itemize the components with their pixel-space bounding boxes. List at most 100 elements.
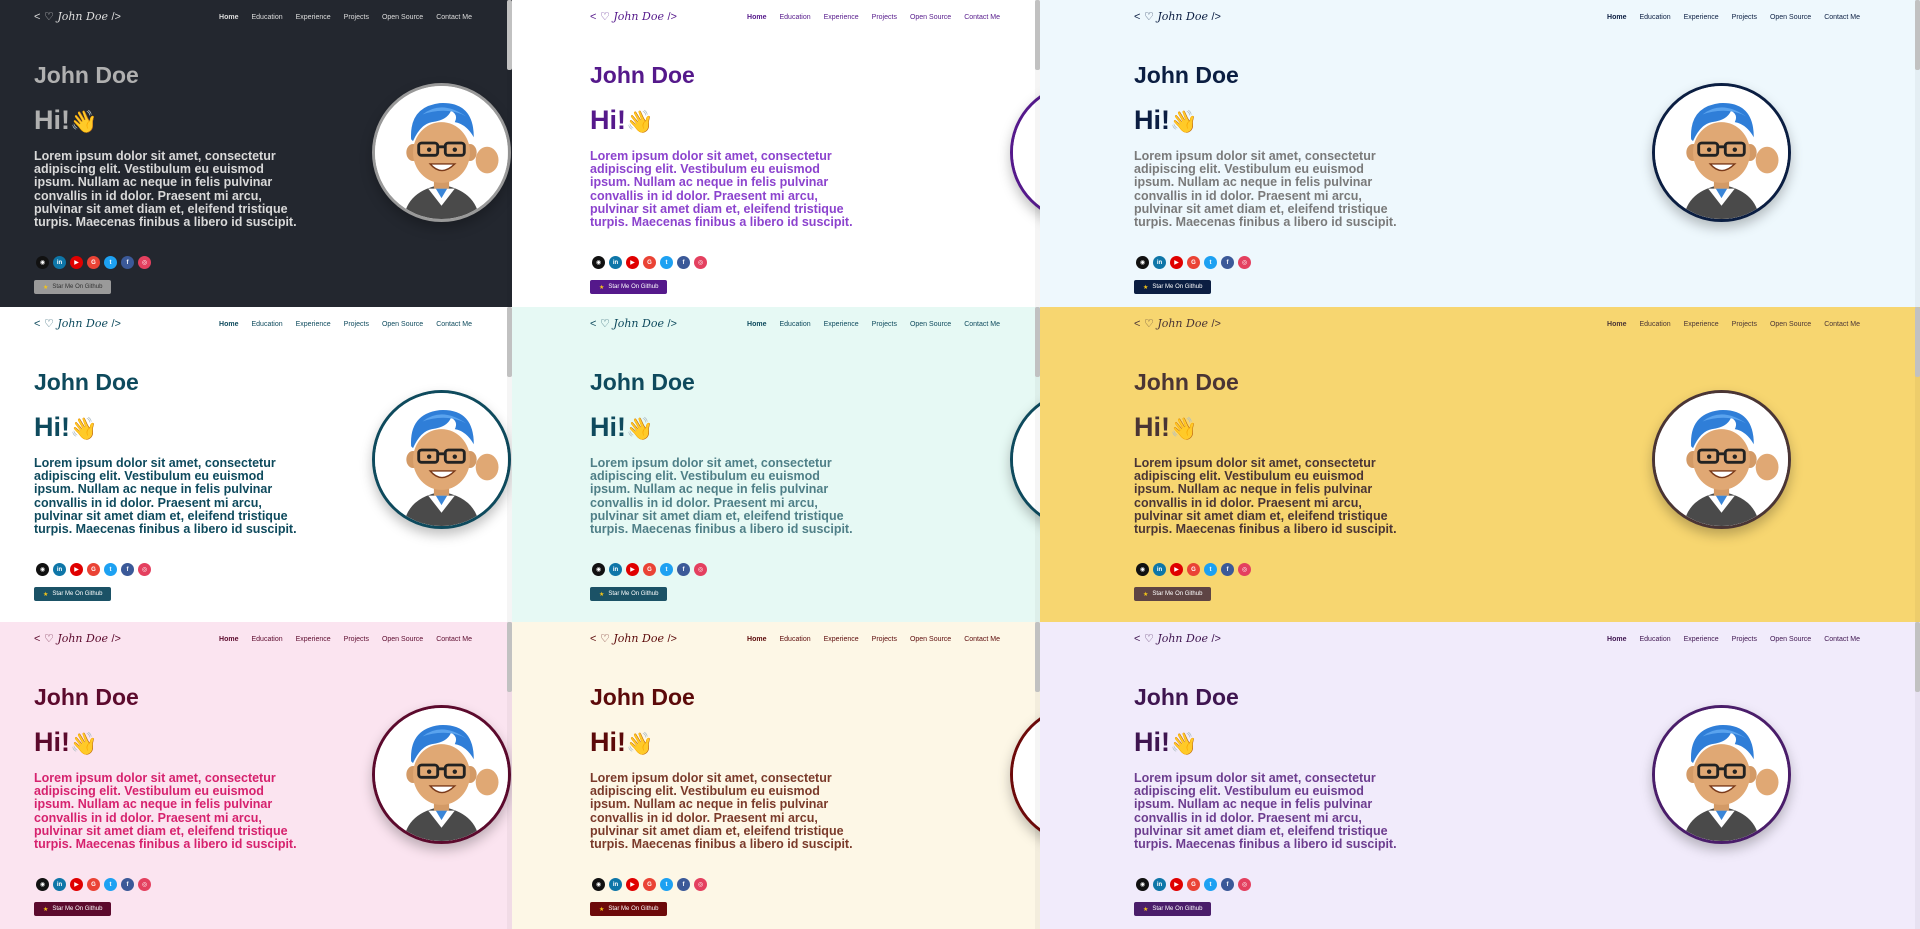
linkedin-icon[interactable]: in — [1153, 563, 1166, 576]
nav-item-education[interactable]: Education — [251, 14, 282, 21]
linkedin-icon[interactable]: in — [1153, 256, 1166, 269]
nav-item-experience[interactable]: Experience — [1684, 321, 1719, 328]
nav-item-contact-me[interactable]: Contact Me — [436, 321, 472, 328]
nav-item-contact-me[interactable]: Contact Me — [964, 14, 1000, 21]
google-icon[interactable]: G — [87, 878, 100, 891]
facebook-icon[interactable]: f — [1221, 256, 1234, 269]
youtube-icon[interactable]: ▶ — [626, 563, 639, 576]
nav-item-experience[interactable]: Experience — [296, 14, 331, 21]
linkedin-icon[interactable]: in — [53, 878, 66, 891]
google-icon[interactable]: G — [643, 878, 656, 891]
youtube-icon[interactable]: ▶ — [1170, 878, 1183, 891]
youtube-icon[interactable]: ▶ — [70, 563, 83, 576]
github-icon[interactable]: ◉ — [592, 256, 605, 269]
nav-item-experience[interactable]: Experience — [1684, 14, 1719, 21]
nav-item-home[interactable]: Home — [747, 14, 766, 21]
nav-item-projects[interactable]: Projects — [872, 636, 897, 643]
facebook-icon[interactable]: f — [677, 563, 690, 576]
logo[interactable]: < ♡ John Doe /> — [1134, 10, 1221, 23]
nav-item-education[interactable]: Education — [779, 321, 810, 328]
twitter-icon[interactable]: t — [1204, 256, 1217, 269]
nav-item-education[interactable]: Education — [1639, 321, 1670, 328]
nav-item-open-source[interactable]: Open Source — [1770, 14, 1811, 21]
github-icon[interactable]: ◉ — [1136, 256, 1149, 269]
scrollbar-thumb[interactable] — [1915, 622, 1920, 692]
youtube-icon[interactable]: ▶ — [626, 878, 639, 891]
twitter-icon[interactable]: t — [104, 256, 117, 269]
nav-item-experience[interactable]: Experience — [296, 321, 331, 328]
nav-item-contact-me[interactable]: Contact Me — [1824, 636, 1860, 643]
nav-item-home[interactable]: Home — [747, 636, 766, 643]
google-icon[interactable]: G — [87, 256, 100, 269]
nav-item-home[interactable]: Home — [1607, 14, 1626, 21]
facebook-icon[interactable]: f — [677, 878, 690, 891]
nav-item-projects[interactable]: Projects — [1732, 321, 1757, 328]
logo[interactable]: < ♡ John Doe /> — [34, 10, 121, 23]
google-icon[interactable]: G — [1187, 563, 1200, 576]
google-icon[interactable]: G — [1187, 878, 1200, 891]
linkedin-icon[interactable]: in — [53, 563, 66, 576]
star-on-github-button[interactable]: ★ Star Me On Github — [590, 902, 668, 916]
github-icon[interactable]: ◉ — [1136, 878, 1149, 891]
github-icon[interactable]: ◉ — [36, 878, 49, 891]
scrollbar[interactable] — [1915, 622, 1920, 929]
nav-item-projects[interactable]: Projects — [1732, 14, 1757, 21]
instagram-icon[interactable]: ◎ — [1238, 563, 1251, 576]
star-on-github-button[interactable]: ★ Star Me On Github — [1134, 587, 1212, 601]
nav-item-home[interactable]: Home — [219, 636, 238, 643]
nav-item-open-source[interactable]: Open Source — [382, 321, 423, 328]
nav-item-education[interactable]: Education — [779, 14, 810, 21]
github-icon[interactable]: ◉ — [592, 878, 605, 891]
instagram-icon[interactable]: ◎ — [1238, 878, 1251, 891]
facebook-icon[interactable]: f — [121, 878, 134, 891]
linkedin-icon[interactable]: in — [53, 256, 66, 269]
logo[interactable]: < ♡ John Doe /> — [1134, 317, 1221, 330]
nav-item-home[interactable]: Home — [219, 321, 238, 328]
nav-item-experience[interactable]: Experience — [824, 636, 859, 643]
facebook-icon[interactable]: f — [121, 563, 134, 576]
nav-item-projects[interactable]: Projects — [872, 321, 897, 328]
nav-item-education[interactable]: Education — [1639, 14, 1670, 21]
nav-item-projects[interactable]: Projects — [344, 636, 369, 643]
twitter-icon[interactable]: t — [660, 878, 673, 891]
google-icon[interactable]: G — [643, 563, 656, 576]
github-icon[interactable]: ◉ — [592, 563, 605, 576]
nav-item-home[interactable]: Home — [1607, 636, 1626, 643]
star-on-github-button[interactable]: ★ Star Me On Github — [1134, 902, 1212, 916]
nav-item-contact-me[interactable]: Contact Me — [436, 636, 472, 643]
logo[interactable]: < ♡ John Doe /> — [590, 632, 677, 645]
scrollbar-thumb[interactable] — [1915, 0, 1920, 70]
youtube-icon[interactable]: ▶ — [70, 878, 83, 891]
instagram-icon[interactable]: ◎ — [694, 256, 707, 269]
instagram-icon[interactable]: ◎ — [694, 878, 707, 891]
nav-item-open-source[interactable]: Open Source — [1770, 636, 1811, 643]
star-on-github-button[interactable]: ★ Star Me On Github — [590, 587, 668, 601]
nav-item-projects[interactable]: Projects — [1732, 636, 1757, 643]
instagram-icon[interactable]: ◎ — [138, 256, 151, 269]
linkedin-icon[interactable]: in — [1153, 878, 1166, 891]
logo[interactable]: < ♡ John Doe /> — [590, 10, 677, 23]
instagram-icon[interactable]: ◎ — [694, 563, 707, 576]
nav-item-home[interactable]: Home — [747, 321, 766, 328]
facebook-icon[interactable]: f — [121, 256, 134, 269]
nav-item-contact-me[interactable]: Contact Me — [964, 636, 1000, 643]
scrollbar-thumb[interactable] — [1915, 307, 1920, 377]
twitter-icon[interactable]: t — [660, 256, 673, 269]
facebook-icon[interactable]: f — [677, 256, 690, 269]
nav-item-projects[interactable]: Projects — [344, 321, 369, 328]
nav-item-education[interactable]: Education — [779, 636, 810, 643]
nav-item-open-source[interactable]: Open Source — [910, 321, 951, 328]
google-icon[interactable]: G — [1187, 256, 1200, 269]
nav-item-contact-me[interactable]: Contact Me — [436, 14, 472, 21]
nav-item-contact-me[interactable]: Contact Me — [1824, 14, 1860, 21]
logo[interactable]: < ♡ John Doe /> — [34, 317, 121, 330]
nav-item-education[interactable]: Education — [251, 321, 282, 328]
nav-item-education[interactable]: Education — [251, 636, 282, 643]
nav-item-open-source[interactable]: Open Source — [382, 14, 423, 21]
nav-item-open-source[interactable]: Open Source — [382, 636, 423, 643]
nav-item-home[interactable]: Home — [1607, 321, 1626, 328]
star-on-github-button[interactable]: ★ Star Me On Github — [1134, 280, 1212, 294]
logo[interactable]: < ♡ John Doe /> — [34, 632, 121, 645]
nav-item-education[interactable]: Education — [1639, 636, 1670, 643]
github-icon[interactable]: ◉ — [1136, 563, 1149, 576]
